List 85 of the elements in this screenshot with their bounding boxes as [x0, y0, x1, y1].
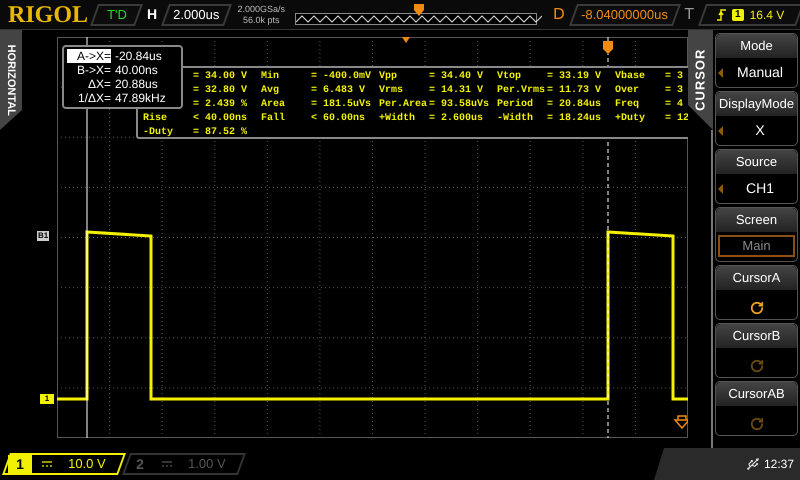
measurement-label: Per.Area [379, 98, 428, 112]
cursor-value: 47.89kHz [115, 91, 166, 105]
dc-coupling-icon [162, 461, 172, 467]
dc-coupling-icon [42, 461, 52, 467]
channel-scale: 1.00 V [188, 455, 226, 474]
trigger-position-icon [402, 37, 410, 43]
measurement-value: = 2.600us [429, 112, 484, 126]
measurement-label: Min [261, 70, 280, 84]
trigger-source-badge: 1 [732, 8, 744, 20]
trigger-position-icon [414, 4, 424, 16]
measurement-value: = 3 [665, 84, 684, 98]
menu-value: Main [718, 235, 795, 257]
caret-icon [718, 126, 723, 136]
measurement-label: Vtop [497, 70, 522, 84]
timebase-label: H [147, 5, 158, 24]
channel-tab[interactable]: 1 10.0 V [2, 453, 126, 475]
menu-button[interactable]: CursorA [715, 265, 798, 320]
clock-time: 12:37 [764, 456, 794, 473]
menu-value: CH1 [744, 179, 775, 198]
memory-depth: 56.0k pts [242, 14, 280, 26]
trigger-label: T [684, 4, 694, 24]
measurement-value: = 18.24us [547, 112, 602, 126]
delay-readout: -8.04000000us [568, 4, 680, 26]
measurement-label: Area [261, 98, 286, 112]
measurement-value: = 34.00 V [193, 70, 248, 84]
measurement-value: = 2.439 % [193, 98, 248, 112]
measurement-label: Freq [615, 98, 640, 112]
menu-button[interactable]: Mode Manual [715, 33, 798, 88]
measurement-label: Vrms [379, 84, 404, 98]
measurement-label: Per.Vrms [497, 84, 546, 98]
measurement-label: Fall [261, 112, 286, 126]
menu-button[interactable]: CursorAB [715, 381, 798, 436]
bus-marker: B1 [37, 231, 50, 241]
caret-icon [718, 184, 723, 194]
cursor-label: A->X= [67, 49, 111, 63]
usb-icon [746, 457, 760, 471]
sample-rate: 2.000GSa/s [237, 4, 285, 14]
channel-scale: 10.0 V [68, 455, 106, 474]
measurement-value: = 4 [665, 98, 684, 112]
measurement-label: -Width [497, 112, 534, 126]
measurement-label: Avg [261, 84, 280, 98]
menu-value: X [754, 121, 766, 140]
measurement-value: = 87.52 % [193, 126, 248, 140]
cursor-value: 40.00ns [115, 63, 158, 77]
menu-button[interactable]: Screen Main [715, 207, 798, 262]
measurement-value: = 93.58uVs [429, 98, 490, 112]
timebase-readout: 2.000us [161, 4, 232, 26]
brand-logo: RIGOL [8, 2, 86, 26]
measurement-value: < 40.00ns [193, 112, 248, 126]
measurement-value: = 32.80 V [193, 84, 248, 98]
measurement-value: = -400.0mV [311, 70, 372, 84]
menu-value: Manual [736, 63, 784, 82]
cursor-label: ΔX= [86, 77, 111, 91]
measurement-value: = 3 [665, 70, 684, 84]
channel-marker: 1 [40, 394, 54, 404]
caret-icon [718, 68, 723, 78]
trigger-level: 16.4 V [750, 6, 785, 24]
cursor-value: 20.88us [115, 77, 158, 91]
menu-button[interactable]: Source CH1 [715, 149, 798, 204]
trigger-marker-icon [603, 41, 613, 54]
measurement-label: Vpp [379, 70, 398, 84]
measurement-label: Period [497, 98, 534, 112]
rising-edge-icon [717, 8, 726, 20]
measurement-value: < 60.00ns [311, 112, 366, 126]
measurement-label: -Duty [143, 126, 174, 140]
offscreen-arrow-icon [674, 415, 688, 429]
measurement-value: = 20.84us [547, 98, 602, 112]
measurement-value: = 11.73 V [547, 84, 602, 98]
cursor-label: 1/ΔX= [76, 91, 111, 105]
measurement-value: = 14.31 V [429, 84, 484, 98]
measurement-label: Rise [143, 112, 168, 126]
measurement-value: = 33.19 V [547, 70, 602, 84]
measurement-value: = 6.483 V [311, 84, 366, 98]
menu-button[interactable]: CursorB [715, 323, 798, 378]
run-status: T'D [90, 4, 144, 26]
delay-label: D [553, 4, 565, 24]
menu-button[interactable]: DisplayMode X [715, 91, 798, 146]
measurement-value: = 34.40 V [429, 70, 484, 84]
measurement-label: Vbase [615, 70, 646, 84]
measurement-value: = 181.5uVs [311, 98, 372, 112]
cursor-label: B->X= [76, 63, 111, 77]
cursor-value: -20.84us [115, 49, 162, 63]
measurement-label: Over [615, 84, 640, 98]
measurement-label: +Width [379, 112, 416, 126]
measurement-label: +Duty [615, 112, 646, 126]
